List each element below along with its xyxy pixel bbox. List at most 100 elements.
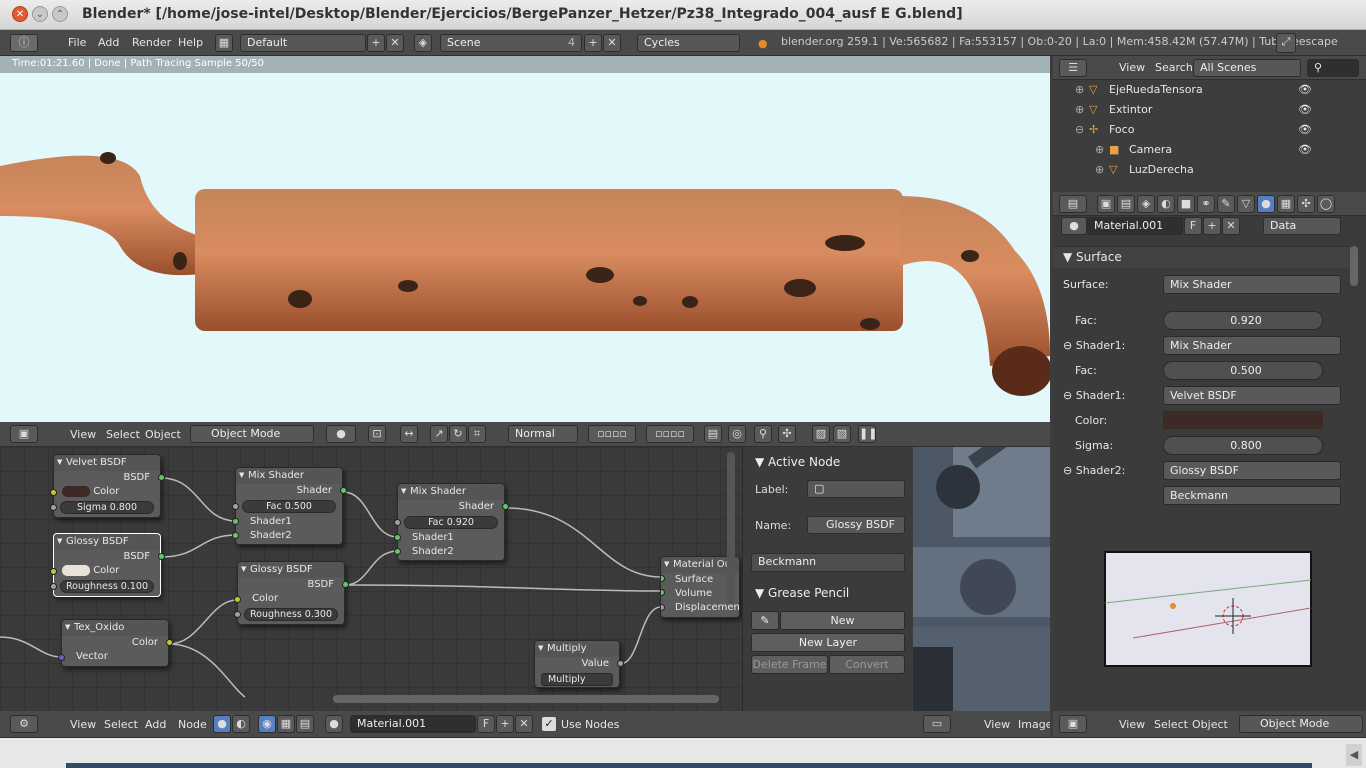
node-menu-view[interactable]: View bbox=[70, 711, 96, 738]
snap-icon[interactable]: ⚲ bbox=[754, 425, 772, 443]
scene-field[interactable]: Scene 4 bbox=[440, 34, 582, 52]
particles-tab-icon[interactable]: ✣ bbox=[1297, 195, 1315, 213]
layer-lock-icon[interactable]: ▤ bbox=[704, 425, 722, 443]
output-socket[interactable] bbox=[502, 503, 509, 510]
physics-tab-icon[interactable]: ◯ bbox=[1317, 195, 1335, 213]
view3d-menu-view[interactable]: View bbox=[70, 422, 96, 447]
node-glossy-bsdf-selected[interactable]: Glossy BSDF BSDF Color Roughness 0.100 bbox=[50, 533, 165, 597]
editor-type-icon[interactable]: ⚙ bbox=[10, 715, 38, 733]
fullscreen-icon[interactable]: ⤢ bbox=[1276, 33, 1296, 53]
expand-icon[interactable]: ⊕ bbox=[1075, 80, 1084, 100]
distribution-select[interactable]: Beckmann bbox=[1163, 486, 1341, 505]
visibility-eye-icon[interactable]: 👁 bbox=[1298, 120, 1312, 140]
menu-add[interactable]: Add bbox=[98, 30, 119, 56]
fac-slider[interactable]: 0.500 bbox=[1163, 361, 1323, 380]
node-menu-select[interactable]: Select bbox=[104, 711, 138, 738]
input-socket[interactable] bbox=[232, 532, 239, 539]
outliner-menu-search[interactable]: Search bbox=[1155, 56, 1193, 80]
pause-icon[interactable]: ❚❚ bbox=[858, 425, 877, 443]
scroll-arrow-icon[interactable]: ◀ bbox=[1346, 744, 1362, 766]
texture-shader-icon[interactable]: ▤ bbox=[296, 715, 314, 733]
expand-icon[interactable]: ⊕ bbox=[1075, 100, 1084, 120]
roughness-field[interactable]: Roughness 0.100 bbox=[60, 580, 154, 593]
material-browse-icon[interactable]: ● bbox=[325, 715, 343, 733]
shader2-select[interactable]: Glossy BSDF bbox=[1163, 461, 1341, 480]
view3d-menu-select[interactable]: Select bbox=[106, 422, 140, 447]
properties-scrollbar[interactable] bbox=[1350, 246, 1358, 286]
input-socket[interactable] bbox=[394, 519, 401, 526]
vp-menu-object[interactable]: Object bbox=[1192, 711, 1228, 738]
object-tab-icon[interactable]: ■ bbox=[1177, 195, 1195, 213]
outliner-row[interactable]: ⊖ ✢ Foco 👁 bbox=[1053, 120, 1366, 140]
output-socket[interactable] bbox=[166, 639, 173, 646]
distribution-select[interactable]: Beckmann bbox=[751, 553, 905, 572]
close-window-icon[interactable]: ✕ bbox=[12, 6, 28, 22]
object-shader-icon[interactable]: ◉ bbox=[258, 715, 276, 733]
scene-tab-icon[interactable]: ◈ bbox=[1137, 195, 1155, 213]
node-glossy-bsdf[interactable]: Glossy BSDF BSDF Color Roughness 0.300 bbox=[234, 561, 349, 625]
new-grease-button[interactable]: New bbox=[780, 611, 905, 630]
editor-type-icon[interactable]: ▭ bbox=[923, 715, 951, 733]
snap-element-icon[interactable]: ✣ bbox=[778, 425, 796, 443]
data-tab-icon[interactable]: ▽ bbox=[1237, 195, 1255, 213]
collapse-icon[interactable]: ⊖ bbox=[1075, 120, 1084, 140]
output-socket[interactable] bbox=[617, 660, 624, 667]
panel-grease-pencil[interactable]: ▼ Grease Pencil bbox=[755, 586, 849, 600]
shader1-select[interactable]: Mix Shader bbox=[1163, 336, 1341, 355]
view3d-camera-preview[interactable] bbox=[1053, 508, 1366, 712]
manipulator-icon[interactable]: ↔ bbox=[400, 425, 418, 443]
render-anim-icon[interactable]: ▧ bbox=[833, 425, 851, 443]
image-menu-image[interactable]: Image bbox=[1018, 711, 1050, 737]
vp-menu-view[interactable]: View bbox=[1119, 711, 1145, 738]
scale-icon[interactable]: ⌗ bbox=[468, 425, 486, 443]
outliner-row[interactable]: ⊕ ■ Camera 👁 bbox=[1053, 140, 1366, 160]
input-socket[interactable] bbox=[234, 596, 241, 603]
pivot-icon[interactable]: ⊡ bbox=[368, 425, 386, 443]
outliner-menu-view[interactable]: View bbox=[1119, 56, 1145, 80]
translate-icon[interactable]: ↗ bbox=[430, 425, 448, 443]
node-velvet-bsdf[interactable]: Velvet BSDF BSDF Color Sigma 0.800 bbox=[50, 454, 165, 518]
material-name-field[interactable]: Material.001 bbox=[1087, 217, 1183, 235]
input-socket[interactable] bbox=[50, 489, 57, 496]
render-still-icon[interactable]: ▨ bbox=[812, 425, 830, 443]
velvet-color-swatch[interactable] bbox=[1163, 411, 1323, 429]
info-editor-icon[interactable]: ⓘ bbox=[10, 34, 38, 52]
remove-scene-icon[interactable]: ✕ bbox=[603, 34, 621, 52]
unlink-material-icon[interactable]: ✕ bbox=[515, 715, 533, 733]
outliner-display-select[interactable]: All Scenes bbox=[1193, 59, 1301, 77]
color-input[interactable]: Color bbox=[54, 564, 160, 578]
add-material-icon[interactable]: + bbox=[1203, 217, 1221, 235]
node-menu-node[interactable]: Node bbox=[178, 711, 207, 738]
node-editor-canvas[interactable]: Velvet BSDF BSDF Color Sigma 0.800 Gloss… bbox=[0, 447, 742, 711]
outliner-row[interactable]: ⊕ ▽ EjeRuedaTensora 👁 bbox=[1053, 80, 1366, 100]
node-label-input[interactable]: ▢ bbox=[807, 480, 905, 498]
input-socket[interactable] bbox=[50, 504, 57, 511]
output-socket[interactable] bbox=[342, 581, 349, 588]
output-socket[interactable] bbox=[158, 553, 165, 560]
input-socket[interactable] bbox=[50, 568, 57, 575]
fake-user-button[interactable]: F bbox=[477, 715, 495, 733]
add-layout-icon[interactable]: + bbox=[367, 34, 385, 52]
fake-user-button[interactable]: F bbox=[1184, 217, 1202, 235]
input-socket[interactable] bbox=[234, 611, 241, 618]
material-browse-icon[interactable]: ● bbox=[1061, 217, 1087, 235]
compositing-nodes-icon[interactable]: ◐ bbox=[232, 715, 250, 733]
texture-tab-icon[interactable]: ▦ bbox=[1277, 195, 1295, 213]
rotate-icon[interactable]: ↻ bbox=[449, 425, 467, 443]
layers-tab-icon[interactable]: ▤ bbox=[1117, 195, 1135, 213]
add-scene-icon[interactable]: + bbox=[584, 34, 602, 52]
add-material-icon[interactable]: + bbox=[496, 715, 514, 733]
world-shader-icon[interactable]: ▦ bbox=[277, 715, 295, 733]
color-input[interactable]: Color bbox=[54, 485, 160, 499]
color-swatch[interactable] bbox=[62, 485, 90, 497]
use-nodes-checkbox[interactable]: ✓ bbox=[542, 717, 556, 731]
node-tex-oxido[interactable]: Tex_Oxido Color Vector bbox=[58, 619, 173, 667]
convert-button[interactable]: Convert bbox=[829, 655, 905, 674]
view3d-menu-object[interactable]: Object bbox=[145, 422, 181, 447]
object-mode-select[interactable]: Object Mode bbox=[1239, 715, 1363, 733]
node-mix-shader[interactable]: Mix Shader Shader Fac 0.500 Shader1 Shad… bbox=[232, 467, 347, 545]
material-name-field[interactable]: Material.001 bbox=[350, 715, 476, 733]
fac-field[interactable]: Fac 0.920 bbox=[404, 516, 498, 529]
node-name-input[interactable]: Glossy BSDF bbox=[807, 516, 905, 534]
sigma-field[interactable]: Sigma 0.800 bbox=[60, 501, 154, 514]
